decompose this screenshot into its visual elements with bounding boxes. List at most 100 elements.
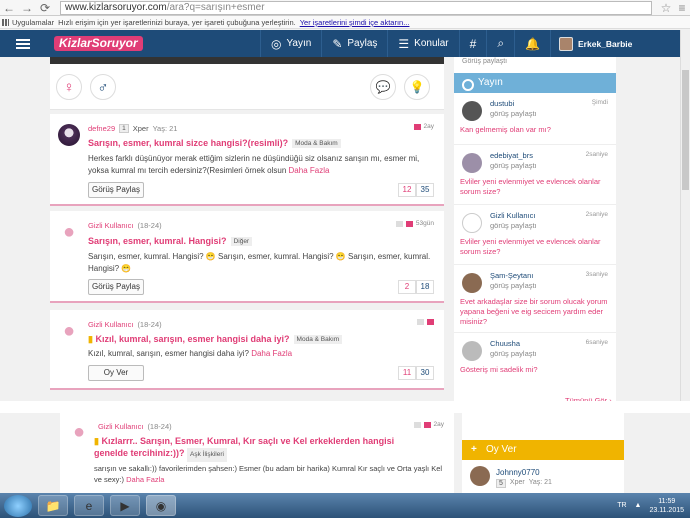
bookmark-star-icon[interactable]: ☆ bbox=[658, 1, 674, 15]
page-scrollbar[interactable] bbox=[680, 30, 690, 413]
activity-user[interactable]: edebiyat_brs bbox=[490, 151, 533, 160]
opinion-count[interactable]: 11 bbox=[398, 366, 416, 380]
question-author[interactable]: defne29 bbox=[88, 124, 115, 133]
activity-question[interactable]: Evliler yeni evlenmiyet ve evlencek olan… bbox=[460, 237, 610, 257]
poll-widget-title: Oy Ver bbox=[462, 440, 624, 460]
internet-explorer-icon[interactable]: e bbox=[74, 495, 104, 516]
question-time bbox=[417, 319, 434, 325]
file-explorer-icon[interactable]: 📁 bbox=[38, 495, 68, 516]
flag-icon[interactable] bbox=[413, 123, 421, 130]
list-item[interactable]: edebiyat_brs görüş paylaştı 2saniye Evli… bbox=[454, 145, 616, 205]
media-player-icon[interactable]: ▶ bbox=[110, 495, 140, 516]
view-count[interactable]: 18 bbox=[416, 280, 434, 294]
question-card: defne29 1 Xper Yaş: 21 2ay Sarışın, esme… bbox=[50, 114, 444, 206]
list-item[interactable]: Chuusha görüş paylaştı 6saniye Gösteriş … bbox=[454, 333, 616, 381]
activity-question[interactable]: Gösteriş mi sadelik mi? bbox=[460, 365, 610, 375]
activity-user[interactable]: Şam-Şeytanı bbox=[490, 271, 533, 280]
category-tag[interactable]: Aşk İlişkileri bbox=[187, 448, 227, 462]
activity-question[interactable]: Kan gelmemiş olan var mı? bbox=[460, 125, 610, 135]
reload-icon[interactable]: ⟳ bbox=[36, 0, 54, 16]
activity-question[interactable]: Evliler yeni evlenmiyet ve evlencek olan… bbox=[460, 177, 610, 197]
vote-button[interactable]: Oy Ver bbox=[88, 365, 144, 381]
site-logo[interactable]: KizlarSoruyor bbox=[54, 36, 143, 51]
menu-icon[interactable]: ≡ bbox=[674, 1, 690, 15]
activity-sidebar: Yayın dustubi görüş paylaştı Şimdi Kan g… bbox=[454, 73, 616, 401]
activity-user[interactable]: Chuusha bbox=[490, 339, 520, 348]
nav-yayin[interactable]: ◎ Yayın bbox=[260, 30, 321, 57]
avatar[interactable] bbox=[470, 466, 490, 486]
more-link[interactable]: Daha Fazla bbox=[126, 475, 164, 484]
flag-icon[interactable] bbox=[417, 319, 424, 325]
nav-konular[interactable]: ☰ Konular bbox=[387, 30, 458, 57]
activity-question[interactable]: Evet arkadaşlar size bir sorum olucak yo… bbox=[460, 297, 610, 327]
opinion-count[interactable]: 12 bbox=[398, 183, 416, 197]
avatar[interactable] bbox=[462, 273, 482, 293]
share-opinion-button[interactable]: Görüş Paylaş bbox=[88, 182, 144, 198]
male-filter-icon[interactable]: ♂ bbox=[90, 74, 116, 100]
question-title[interactable]: Sarışın, esmer, kumral sizce hangisi?(re… bbox=[88, 138, 341, 149]
avatar[interactable] bbox=[462, 101, 482, 121]
flag-icon[interactable] bbox=[413, 421, 421, 428]
language-indicator[interactable]: TR bbox=[617, 502, 626, 509]
category-tag[interactable]: Moda & Bakım bbox=[293, 335, 343, 345]
hashtag-icon[interactable]: # bbox=[458, 30, 487, 57]
author-age: Yaş: 21 bbox=[152, 124, 178, 133]
activity-user[interactable]: dustubi bbox=[490, 99, 514, 108]
share-opinion-button[interactable]: Görüş Paylaş bbox=[88, 279, 144, 295]
network-icon[interactable]: ▲ bbox=[635, 502, 642, 509]
list-item[interactable]: Şam-Şeytanı görüş paylaştı 3saniye Evet … bbox=[454, 265, 616, 333]
apps-grid-icon bbox=[2, 18, 9, 26]
nav-paylas[interactable]: ✎ Paylaş bbox=[321, 30, 387, 57]
search-icon[interactable]: ⌕ bbox=[486, 30, 514, 57]
question-body: Sarışın, esmer, kumral. Hangisi? 😁 Sarış… bbox=[88, 251, 438, 275]
import-bookmarks-link[interactable]: Yer işaretlerini şimdi içe aktarın... bbox=[300, 16, 410, 28]
avatar[interactable] bbox=[462, 341, 482, 361]
flag-icon[interactable] bbox=[395, 220, 403, 227]
bookmarks-bar: Uygulamalar Hızlı erişim için yer işaret… bbox=[0, 16, 690, 29]
question-title[interactable]: ▮ Kızıl, kumral, sarışın, esmer hangisi … bbox=[88, 334, 343, 345]
scrollbar-thumb[interactable] bbox=[682, 70, 689, 190]
back-icon[interactable]: ← bbox=[0, 0, 18, 16]
poll-icon: ▮ bbox=[94, 436, 99, 446]
title-text: Sarışın, esmer, kumral. Hangisi? bbox=[88, 236, 227, 246]
counts: 2 18 bbox=[398, 280, 434, 294]
list-item[interactable]: Gizli Kullanıcı görüş paylaştı 2saniye E… bbox=[454, 205, 616, 265]
menu-burger-icon[interactable] bbox=[16, 30, 36, 57]
avatar[interactable] bbox=[58, 124, 80, 146]
question-body: Herkes farklı düşünüyor merak ettiğim si… bbox=[88, 153, 438, 177]
activity-user[interactable]: Gizli Kullanıcı bbox=[490, 211, 535, 220]
user-menu[interactable]: Erkek_Barbie bbox=[550, 30, 640, 57]
title-text: Kızlarrr.. Sarışın, Esmer, Kumral, Kır s… bbox=[94, 436, 395, 458]
lightbulb-icon[interactable]: 💡 bbox=[404, 74, 430, 100]
forward-icon[interactable]: → bbox=[18, 0, 36, 16]
avatar[interactable] bbox=[462, 153, 482, 173]
opinion-count[interactable]: 2 bbox=[398, 280, 416, 294]
list-item[interactable]: dustubi görüş paylaştı Şimdi Kan gelmemi… bbox=[454, 93, 616, 145]
more-link[interactable]: Daha Fazla bbox=[251, 349, 292, 358]
view-count[interactable]: 30 bbox=[416, 366, 434, 380]
category-tag[interactable]: Moda & Bakım bbox=[292, 139, 341, 149]
xper-label: Xper bbox=[132, 124, 149, 133]
time-text: 53gün bbox=[415, 220, 434, 227]
avatar[interactable] bbox=[462, 213, 482, 233]
more-link[interactable]: Daha Fazla bbox=[289, 166, 330, 175]
female-filter-icon[interactable]: ♀ bbox=[56, 74, 82, 100]
taskbar: 📁 e ▶ ◉ TR ▲ 11:59 23.11.2015 bbox=[0, 493, 690, 518]
clock[interactable]: 11:59 23.11.2015 bbox=[649, 497, 684, 515]
category-tag[interactable]: Diğer bbox=[230, 237, 253, 247]
view-count[interactable]: 35 bbox=[416, 183, 434, 197]
question-title[interactable]: Sarışın, esmer, kumral. Hangisi? Diğer bbox=[88, 236, 253, 247]
apps-shortcut[interactable]: Uygulamalar bbox=[2, 16, 54, 28]
address-bar[interactable]: www.kizlarsoruyor.com/ara?q=sarışın+esme… bbox=[60, 0, 652, 15]
comment-icon bbox=[423, 421, 431, 428]
question-card: ● Gizli Kullanıcı (18-24) 53gün Sarışın,… bbox=[50, 211, 444, 303]
poll-user[interactable]: Johnny0770 bbox=[496, 468, 540, 477]
bell-icon[interactable]: 🔔 bbox=[514, 30, 550, 57]
activity-action: görüş paylaştı bbox=[490, 161, 537, 170]
chat-icon[interactable]: 💬 bbox=[370, 74, 396, 100]
counts: 12 35 bbox=[398, 183, 434, 197]
question-title[interactable]: ▮ Kızlarrr.. Sarışın, Esmer, Kumral, Kır… bbox=[94, 435, 424, 462]
start-button[interactable] bbox=[4, 494, 32, 517]
chrome-icon[interactable]: ◉ bbox=[146, 495, 176, 516]
broadcast-icon: ◎ bbox=[271, 36, 282, 51]
